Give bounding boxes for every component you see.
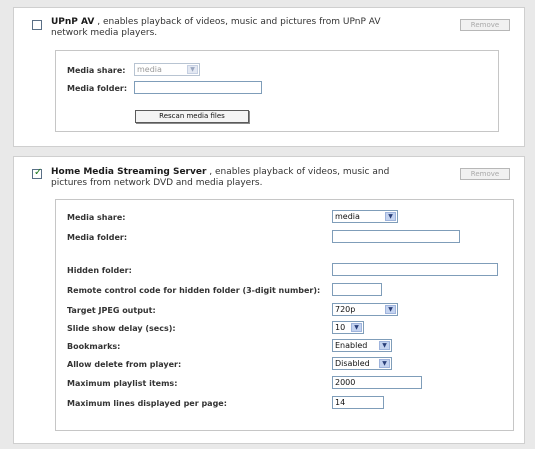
hms-media-share-value: media (335, 212, 360, 221)
hms-settings-box: Media share: media ▼ Media folder: Hidde… (55, 199, 514, 431)
chevron-down-icon: ▼ (385, 212, 396, 221)
upnp-av-panel: UPnP AV , enables playback of videos, mu… (13, 7, 525, 147)
home-media-streaming-panel: ✓ Home Media Streaming Server , enables … (13, 156, 525, 444)
chevron-down-icon: ▼ (379, 341, 390, 350)
hms-title: Home Media Streaming Server (51, 167, 207, 177)
hms-allow-delete-select[interactable]: Disabled ▼ (332, 357, 392, 370)
upnp-av-description: UPnP AV , enables playback of videos, mu… (51, 17, 451, 39)
hms-checkbox[interactable]: ✓ (32, 167, 43, 179)
hms-max-playlist-label: Maximum playlist items: (67, 379, 178, 388)
hms-allow-delete-label: Allow delete from player: (67, 360, 182, 369)
hms-jpeg-output-select[interactable]: 720p ▼ (332, 303, 398, 316)
hms-bookmarks-select[interactable]: Enabled ▼ (332, 339, 392, 352)
hms-max-playlist-input[interactable]: 2000 (332, 376, 422, 389)
upnp-media-share-label: Media share: (67, 66, 126, 75)
hms-hidden-folder-input[interactable] (332, 263, 498, 276)
hms-media-share-label: Media share: (67, 213, 126, 222)
upnp-media-share-value: media (137, 65, 162, 74)
hms-description-line2: pictures from network DVD and media play… (51, 178, 263, 188)
upnp-media-folder-label: Media folder: (67, 84, 128, 93)
upnp-av-remove-button[interactable]: Remove (460, 19, 510, 31)
hms-slideshow-delay-label: Slide show delay (secs): (67, 324, 176, 333)
hms-hidden-folder-label: Hidden folder: (67, 266, 132, 275)
hms-media-share-select[interactable]: media ▼ (332, 210, 398, 223)
hms-media-folder-input[interactable] (332, 230, 460, 243)
chevron-down-icon: ▼ (187, 65, 198, 74)
hms-remove-button[interactable]: Remove (460, 168, 510, 180)
hms-jpeg-output-label: Target JPEG output: (67, 306, 156, 315)
upnp-media-folder-input[interactable] (134, 81, 262, 94)
hms-bookmarks-value: Enabled (335, 341, 368, 350)
hms-max-lines-input[interactable]: 14 (332, 396, 384, 409)
hms-slideshow-delay-select[interactable]: 10 ▼ (332, 321, 364, 334)
upnp-media-share-select[interactable]: media ▼ (134, 63, 200, 76)
upnp-av-settings-box: Media share: media ▼ Media folder: Resca… (55, 50, 499, 132)
upnp-av-description-line1: , enables playback of videos, music and … (94, 17, 381, 27)
hms-jpeg-output-value: 720p (335, 305, 356, 314)
chevron-down-icon: ▼ (351, 323, 362, 332)
upnp-av-description-line2: network media players. (51, 28, 158, 38)
check-icon: ✓ (34, 167, 43, 178)
chevron-down-icon: ▼ (385, 305, 396, 314)
hms-slideshow-delay-value: 10 (335, 323, 346, 332)
hms-description: Home Media Streaming Server , enables pl… (51, 167, 451, 189)
upnp-av-checkbox[interactable] (32, 20, 42, 30)
hms-remote-code-label: Remote control code for hidden folder (3… (67, 286, 321, 295)
chevron-down-icon: ▼ (379, 359, 390, 368)
upnp-av-title: UPnP AV (51, 17, 95, 27)
hms-description-line1: , enables playback of videos, music and (206, 167, 390, 177)
hms-allow-delete-value: Disabled (335, 359, 370, 368)
hms-remote-code-input[interactable] (332, 283, 382, 296)
hms-max-lines-label: Maximum lines displayed per page: (67, 399, 227, 408)
rescan-media-files-button[interactable]: Rescan media files (135, 110, 249, 123)
hms-bookmarks-label: Bookmarks: (67, 342, 121, 351)
hms-media-folder-label: Media folder: (67, 233, 128, 242)
